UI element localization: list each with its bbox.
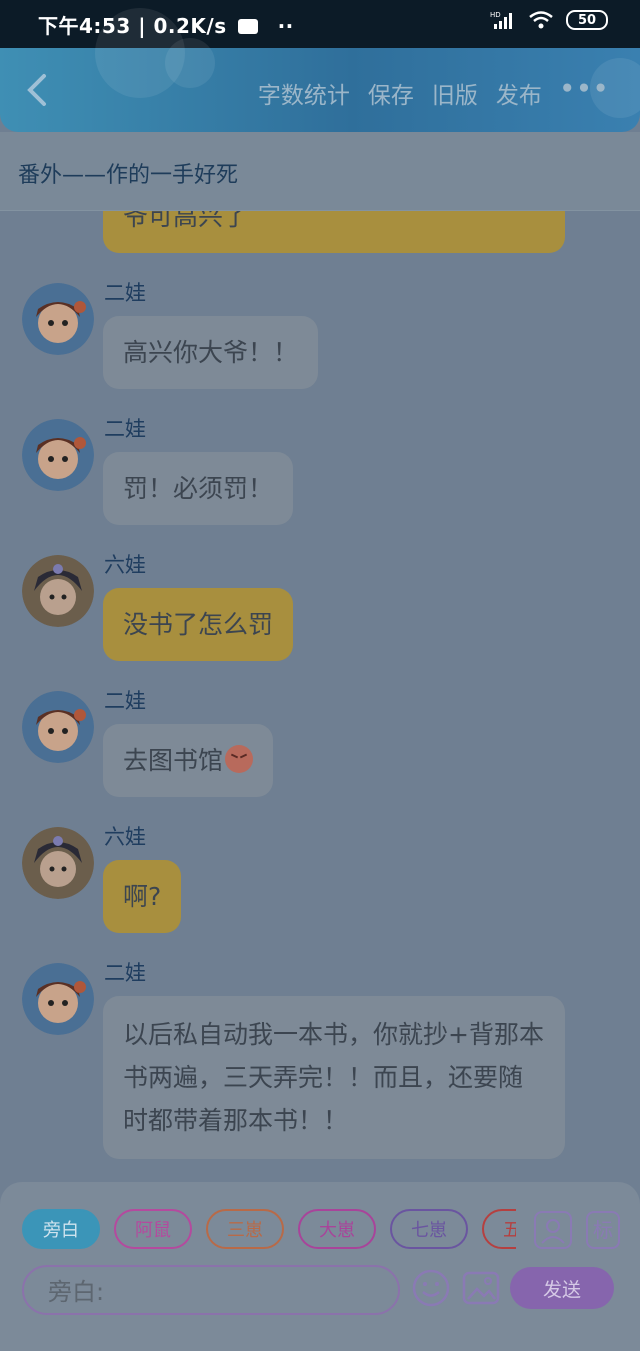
old-version-button[interactable]: 旧版 <box>432 76 478 110</box>
publish-button[interactable]: 发布 <box>496 76 542 110</box>
role-chip[interactable]: 旁白 <box>22 1209 100 1249</box>
avatar[interactable] <box>22 827 94 899</box>
role-chip[interactable]: 阿鼠 <box>114 1209 192 1249</box>
save-button[interactable]: 保存 <box>368 76 414 110</box>
role-chip-row: 旁白阿鼠三崽大崽七崽五崽 <box>22 1209 516 1249</box>
message-bubble[interactable]: 去图书馆 <box>103 724 274 797</box>
avatar[interactable] <box>22 691 94 763</box>
chapter-title-bar: 番外——作的一手好死 <box>0 132 640 211</box>
signal-icon: HD <box>490 11 512 29</box>
message-bubble[interactable]: 没书了怎么罚 <box>103 588 294 661</box>
chat-area[interactable]: 爷可高兴了 二娃 高兴你大爷！！ 二娃 罚！必须罚！ 六娃 没书了怎么罚 二娃 … <box>0 211 640 1181</box>
role-chip[interactable]: 三崽 <box>206 1209 284 1249</box>
speaker-name: 二娃 <box>104 281 146 305</box>
header-decoration <box>165 38 215 88</box>
avatar[interactable] <box>22 283 94 355</box>
chapter-title[interactable]: 番外——作的一手好死 <box>18 157 238 189</box>
input-panel: 旁白阿鼠三崽大崽七崽五崽 标 旁白: 发送 <box>0 1182 640 1351</box>
message-bubble[interactable]: 爷可高兴了 <box>103 211 565 253</box>
role-chip[interactable]: 七崽 <box>390 1209 468 1249</box>
back-icon[interactable] <box>22 72 54 108</box>
wifi-icon <box>529 11 553 29</box>
header-actions: 字数统计 保存 旧版 发布 ••• <box>258 76 610 110</box>
message-bubble[interactable]: 啊? <box>103 860 182 933</box>
image-icon[interactable] <box>462 1269 500 1307</box>
smile-icon[interactable] <box>412 1269 450 1307</box>
role-chip[interactable]: 五崽 <box>482 1209 516 1249</box>
person-card-icon[interactable] <box>534 1211 572 1249</box>
word-count-button[interactable]: 字数统计 <box>258 76 350 110</box>
avatar[interactable] <box>22 419 94 491</box>
speaker-name: 二娃 <box>104 961 146 985</box>
speaker-name: 六娃 <box>104 553 146 577</box>
app-header: 字数统计 保存 旧版 发布 ••• <box>0 8 640 132</box>
message-bubble[interactable]: 以后私自动我一本书，你就抄+背那本书两遍，三天弄完！！而且，还要随时都带着那本书… <box>103 996 565 1159</box>
status-icons: HD 50 <box>490 10 608 30</box>
message-input[interactable]: 旁白: <box>22 1265 400 1315</box>
message-bubble[interactable]: 罚！必须罚！ <box>103 452 294 525</box>
role-chip-bar[interactable]: 旁白阿鼠三崽大崽七崽五崽 <box>22 1209 516 1251</box>
speaker-name: 二娃 <box>104 689 146 713</box>
avatar[interactable] <box>22 555 94 627</box>
message-bubble[interactable]: 高兴你大爷！！ <box>103 316 319 389</box>
angry-face-icon <box>225 745 254 773</box>
send-button[interactable]: 发送 <box>510 1267 614 1309</box>
role-chip[interactable]: 大崽 <box>298 1209 376 1249</box>
speaker-name: 二娃 <box>104 417 146 441</box>
battery-indicator: 50 <box>566 10 608 30</box>
status-dots: ·· <box>277 14 294 38</box>
message-icon <box>238 19 259 34</box>
avatar[interactable] <box>22 963 94 1035</box>
tag-icon[interactable]: 标 <box>586 1211 620 1249</box>
message-text: 去图书馆 <box>123 746 224 775</box>
more-menu-button[interactable]: ••• <box>560 76 610 110</box>
hd-label: HD <box>490 11 501 19</box>
speaker-name: 六娃 <box>104 825 146 849</box>
